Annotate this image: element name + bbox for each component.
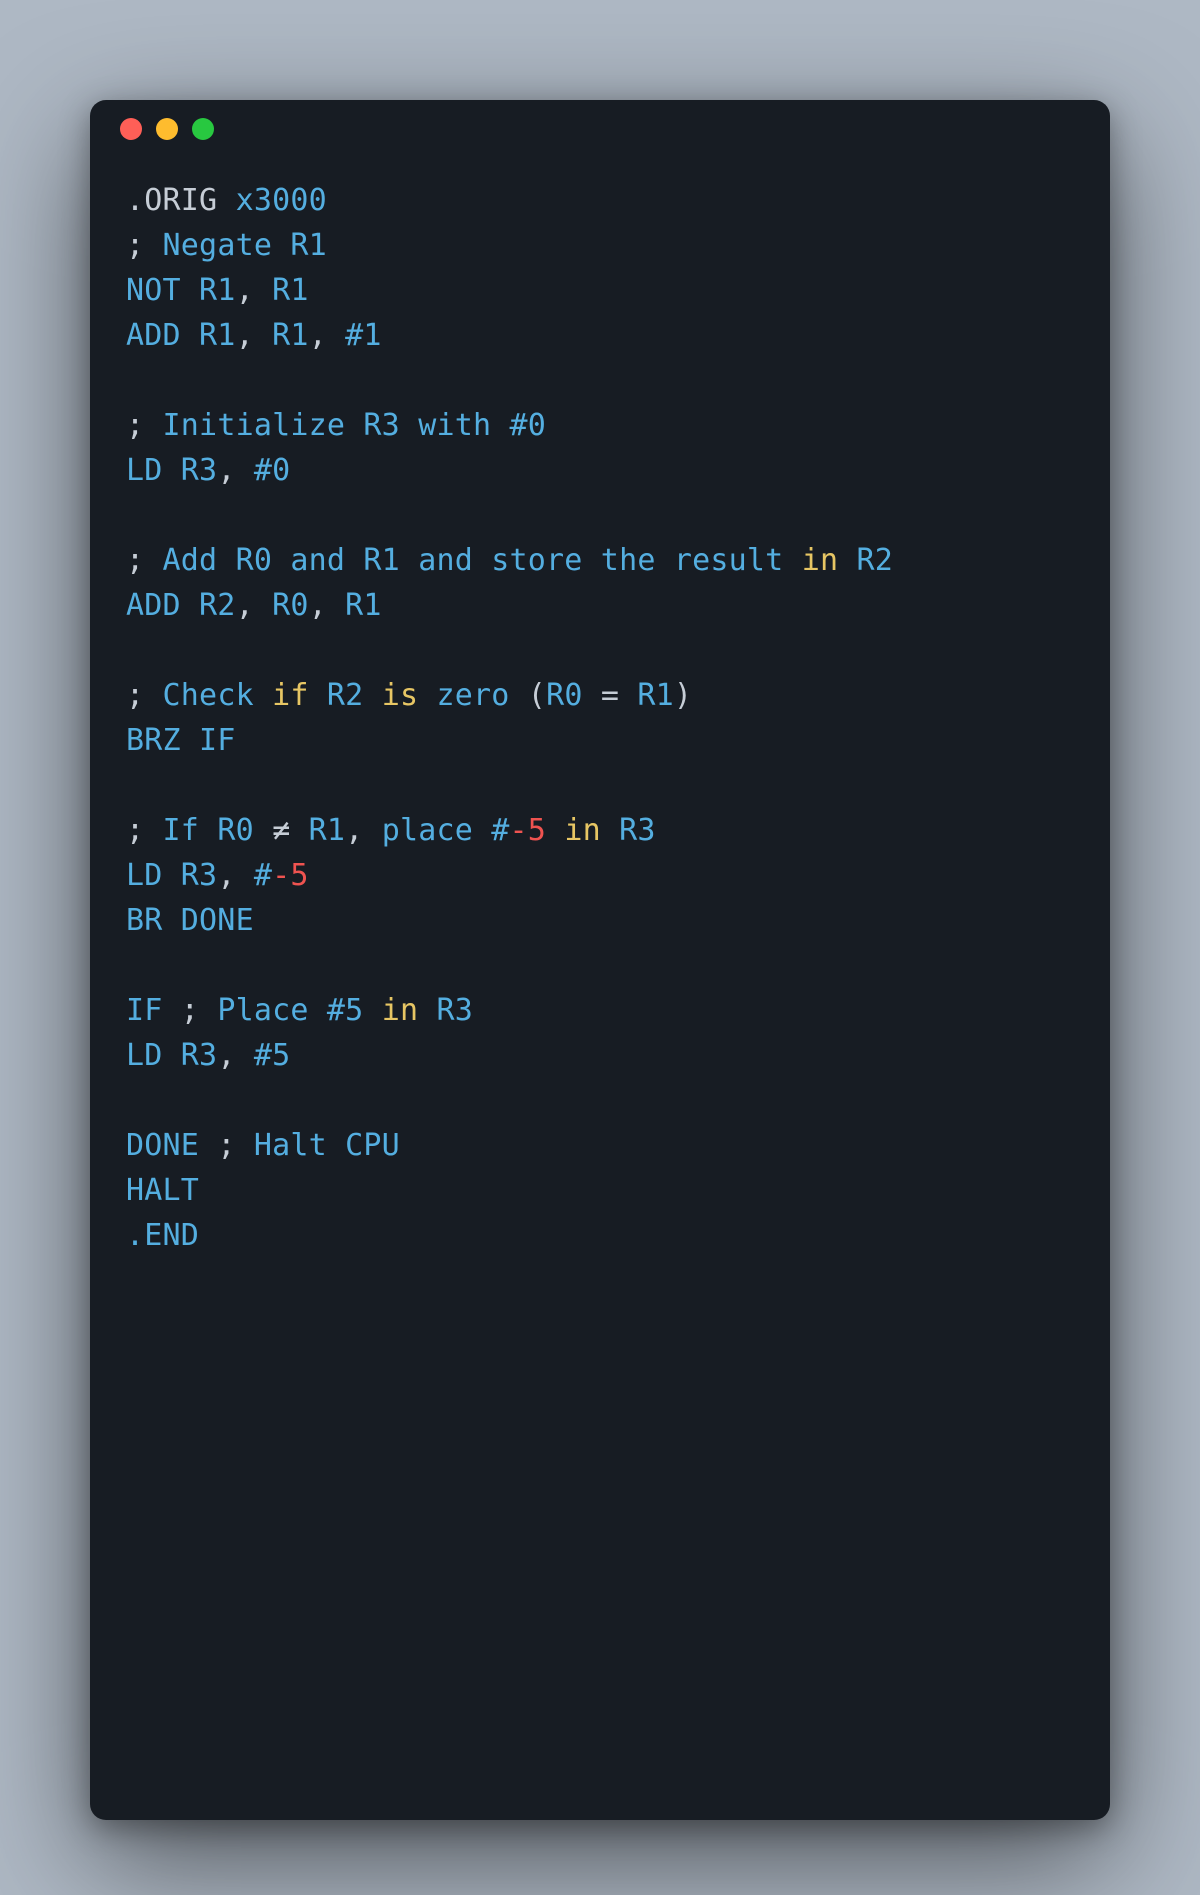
code-token: Halt CPU	[254, 1128, 400, 1163]
code-line	[126, 943, 1074, 988]
code-token: ,	[236, 588, 273, 623]
code-token: LD R3	[126, 453, 217, 488]
code-token: R1	[272, 318, 309, 353]
code-line: .ORIG x3000	[126, 178, 1074, 223]
code-token: IF	[126, 993, 181, 1028]
code-token: BR DONE	[126, 903, 254, 938]
code-token: x3000	[236, 183, 327, 218]
code-token: zero	[418, 678, 528, 713]
code-token: #	[254, 858, 272, 893]
code-token: in	[382, 993, 419, 1028]
code-token: DONE	[126, 1128, 217, 1163]
code-line: ; Negate R1	[126, 223, 1074, 268]
code-token: ;	[126, 408, 163, 443]
code-token: is	[382, 678, 419, 713]
code-token: R1	[637, 678, 674, 713]
code-token: If R0	[163, 813, 273, 848]
code-token: Initialize R3 with #0	[163, 408, 547, 443]
code-line: ; If R0 ≠ R1, place #-5 in R3	[126, 808, 1074, 853]
code-token: R3	[418, 993, 473, 1028]
code-token: ,	[345, 813, 382, 848]
code-token: Check	[163, 678, 273, 713]
code-token: LD R3	[126, 1038, 217, 1073]
code-token: -5	[272, 858, 309, 893]
code-area[interactable]: .ORIG x3000; Negate R1NOT R1, R1ADD R1, …	[90, 158, 1110, 1258]
code-token: R1	[345, 588, 382, 623]
code-line: BR DONE	[126, 898, 1074, 943]
code-line: ; Initialize R3 with #0	[126, 403, 1074, 448]
code-token: ≠	[272, 813, 309, 848]
code-line: LD R3, #-5	[126, 853, 1074, 898]
editor-window: .ORIG x3000; Negate R1NOT R1, R1ADD R1, …	[90, 100, 1110, 1820]
code-line	[126, 763, 1074, 808]
code-token: place #	[382, 813, 510, 848]
code-token: #0	[254, 453, 291, 488]
code-line: BRZ IF	[126, 718, 1074, 763]
code-line: LD R3, #0	[126, 448, 1074, 493]
code-token: -5	[510, 813, 547, 848]
code-line: DONE ; Halt CPU	[126, 1123, 1074, 1168]
code-token: Add R0 and R1 and store the result	[163, 543, 802, 578]
window-titlebar	[90, 100, 1110, 158]
code-token: ,	[236, 318, 273, 353]
code-token: ,	[309, 588, 346, 623]
code-token: Place #5	[217, 993, 381, 1028]
code-token: R0	[546, 678, 601, 713]
code-line: LD R3, #5	[126, 1033, 1074, 1078]
code-line	[126, 493, 1074, 538]
code-line: ADD R1, R1, #1	[126, 313, 1074, 358]
code-token: (	[528, 678, 546, 713]
code-token: ,	[217, 858, 254, 893]
code-token: ;	[217, 1128, 254, 1163]
code-line: IF ; Place #5 in R3	[126, 988, 1074, 1033]
code-token: )	[674, 678, 692, 713]
code-token: ,	[217, 453, 254, 488]
code-token: R2	[838, 543, 893, 578]
code-token: R1	[309, 813, 346, 848]
code-line: ; Check if R2 is zero (R0 = R1)	[126, 673, 1074, 718]
code-token: ,	[309, 318, 346, 353]
code-token: ;	[181, 993, 218, 1028]
code-line	[126, 628, 1074, 673]
code-token: ;	[126, 678, 163, 713]
minimize-icon[interactable]	[156, 118, 178, 140]
code-line	[126, 358, 1074, 403]
code-token: ADD R2	[126, 588, 236, 623]
code-line: HALT	[126, 1168, 1074, 1213]
code-token: #5	[254, 1038, 291, 1073]
code-token: ,	[236, 273, 273, 308]
code-token: if	[272, 678, 309, 713]
code-token: R3	[601, 813, 656, 848]
code-token: HALT	[126, 1173, 199, 1208]
code-token: .END	[126, 1218, 199, 1253]
code-token: in	[564, 813, 601, 848]
code-token: .ORIG	[126, 183, 236, 218]
code-token: ,	[217, 1038, 254, 1073]
code-token: ADD R1	[126, 318, 236, 353]
code-line	[126, 1078, 1074, 1123]
code-line: NOT R1, R1	[126, 268, 1074, 313]
code-line: ; Add R0 and R1 and store the result in …	[126, 538, 1074, 583]
code-token	[546, 813, 564, 848]
code-token: BRZ IF	[126, 723, 236, 758]
code-token: Negate R1	[163, 228, 327, 263]
code-line: ADD R2, R0, R1	[126, 583, 1074, 628]
code-token: ;	[126, 228, 163, 263]
code-token: R2	[309, 678, 382, 713]
code-line: .END	[126, 1213, 1074, 1258]
code-token: =	[601, 678, 638, 713]
code-token: ;	[126, 543, 163, 578]
maximize-icon[interactable]	[192, 118, 214, 140]
code-token: R1	[272, 273, 309, 308]
code-token: in	[802, 543, 839, 578]
code-token: LD R3	[126, 858, 217, 893]
code-token: NOT R1	[126, 273, 236, 308]
close-icon[interactable]	[120, 118, 142, 140]
code-token: ;	[126, 813, 163, 848]
code-token: #1	[345, 318, 382, 353]
code-token: R0	[272, 588, 309, 623]
